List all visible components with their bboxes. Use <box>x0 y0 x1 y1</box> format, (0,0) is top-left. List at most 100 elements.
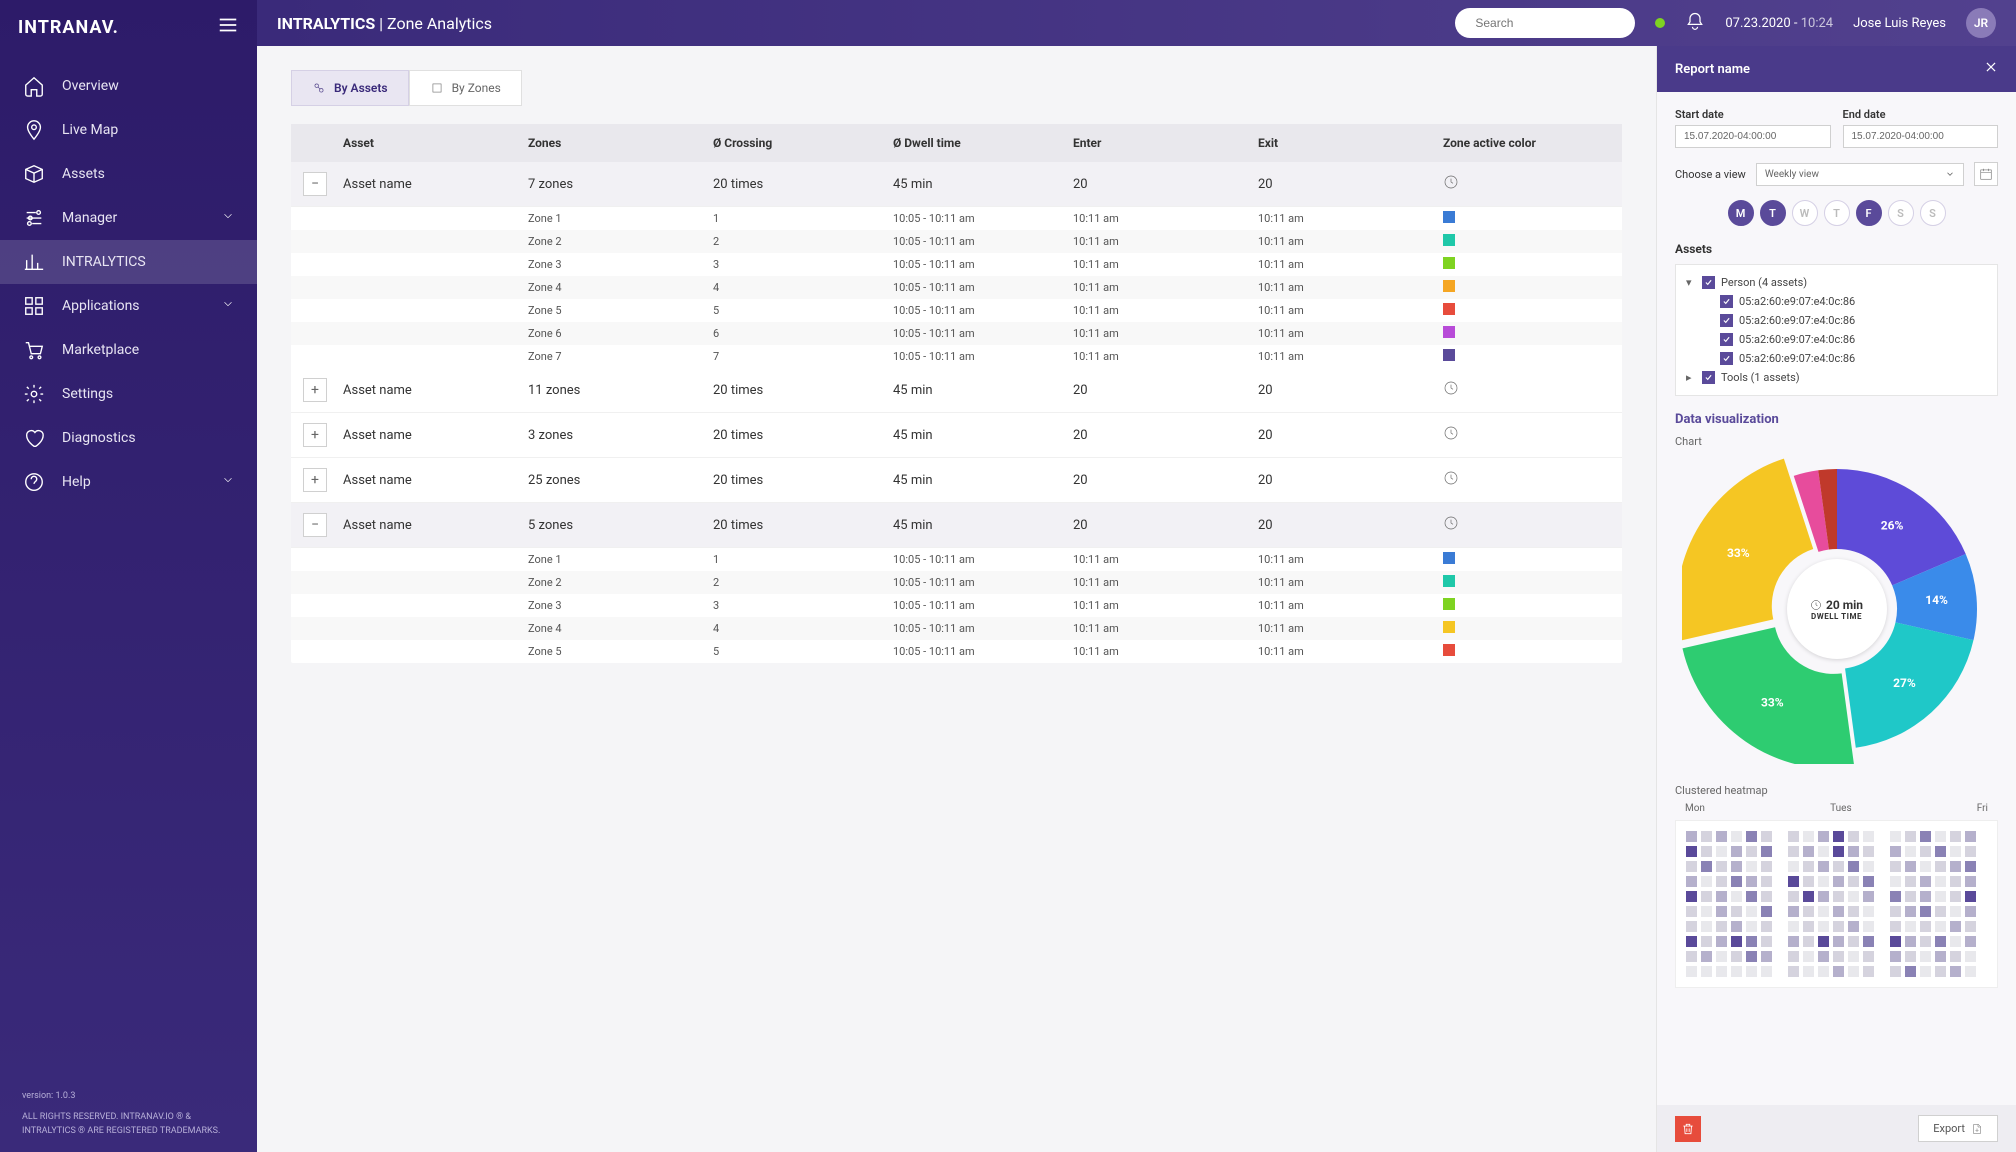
heatmap-cell <box>1686 966 1697 977</box>
clock-icon <box>1443 475 1459 490</box>
export-icon <box>1971 1123 1983 1135</box>
box-icon <box>22 162 46 186</box>
tree-node[interactable]: 05:a2:60:e9:07:e4:0c:86 <box>1686 311 1987 330</box>
heatmap-cell <box>1905 876 1916 887</box>
day-S[interactable]: S <box>1888 200 1914 226</box>
heatmap-cell <box>1935 936 1946 947</box>
heatmap-cell <box>1950 876 1961 887</box>
checkbox[interactable] <box>1702 276 1715 289</box>
checkbox[interactable] <box>1720 314 1733 327</box>
sidebar-item-overview[interactable]: Overview <box>0 64 257 108</box>
sidebar-item-manager[interactable]: Manager <box>0 196 257 240</box>
heatmap-cell <box>1965 861 1976 872</box>
collapse-button[interactable]: − <box>303 513 327 537</box>
heatmap-cell <box>1863 966 1874 977</box>
tree-node[interactable]: ▾Person (4 assets) <box>1686 273 1987 292</box>
table-row[interactable]: −Asset name5 zones20 times45 min2020 <box>291 503 1622 548</box>
sidebar-item-label: Assets <box>62 166 105 182</box>
expand-button[interactable]: + <box>303 468 327 492</box>
heatmap-cell <box>1833 951 1844 962</box>
search-input[interactable] <box>1475 16 1630 30</box>
heatmap-cell <box>1701 921 1712 932</box>
day-T[interactable]: T <box>1760 200 1786 226</box>
heatmap-cell <box>1935 921 1946 932</box>
heatmap-cell <box>1746 906 1757 917</box>
sidebar-item-diagnostics[interactable]: Diagnostics <box>0 416 257 460</box>
sidebar-item-intralytics[interactable]: INTRALYTICS <box>0 240 257 284</box>
checkbox[interactable] <box>1720 295 1733 308</box>
heatmap-cell <box>1848 936 1859 947</box>
start-date-input[interactable] <box>1675 125 1831 148</box>
search-box[interactable] <box>1455 8 1635 38</box>
tab-by-zones[interactable]: By Zones <box>409 70 522 106</box>
sidebar-item-applications[interactable]: Applications <box>0 284 257 328</box>
color-swatch <box>1443 326 1455 338</box>
heatmap-cell <box>1731 831 1742 842</box>
heatmap-cell <box>1761 951 1772 962</box>
sliders-icon <box>22 206 46 230</box>
sidebar-item-assets[interactable]: Assets <box>0 152 257 196</box>
day-F[interactable]: F <box>1856 200 1882 226</box>
heatmap-cell <box>1818 966 1829 977</box>
heatmap-cell <box>1803 921 1814 932</box>
heatmap-cell <box>1965 936 1976 947</box>
sidebar-item-label: Marketplace <box>62 342 139 358</box>
heatmap-cell <box>1950 906 1961 917</box>
heatmap-cell <box>1803 861 1814 872</box>
collapse-button[interactable]: − <box>303 172 327 196</box>
export-button[interactable]: Export <box>1918 1115 1998 1142</box>
tree-node[interactable]: 05:a2:60:e9:07:e4:0c:86 <box>1686 330 1987 349</box>
expand-button[interactable]: + <box>303 378 327 402</box>
viz-section-title: Data visualization <box>1675 412 1998 427</box>
heatmap-cell <box>1920 846 1931 857</box>
end-date-input[interactable] <box>1843 125 1999 148</box>
checkbox[interactable] <box>1720 352 1733 365</box>
clock-icon <box>1443 430 1459 445</box>
heatmap-cell <box>1848 906 1859 917</box>
tree-node[interactable]: ▸Tools (1 assets) <box>1686 368 1987 387</box>
expand-button[interactable]: + <box>303 423 327 447</box>
tab-by-assets[interactable]: By Assets <box>291 70 409 106</box>
heatmap-cell <box>1863 831 1874 842</box>
table-row[interactable]: −Asset name7 zones20 times45 min2020 <box>291 162 1622 207</box>
gear-icon <box>22 382 46 406</box>
heatmap-cell <box>1686 846 1697 857</box>
sidebar-item-live-map[interactable]: Live Map <box>0 108 257 152</box>
clock-icon <box>1810 599 1822 611</box>
chart-segment-label: 26% <box>1880 519 1903 533</box>
heatmap-title: Clustered heatmap <box>1675 784 1998 797</box>
heatmap-cell <box>1803 891 1814 902</box>
checkbox[interactable] <box>1720 333 1733 346</box>
sidebar-item-settings[interactable]: Settings <box>0 372 257 416</box>
delete-button[interactable] <box>1675 1116 1701 1142</box>
heatmap-cell <box>1833 861 1844 872</box>
heatmap-cell <box>1848 861 1859 872</box>
heatmap-cell <box>1905 891 1916 902</box>
view-select[interactable]: Weekly view <box>1756 163 1964 186</box>
sidebar-item-help[interactable]: Help <box>0 460 257 504</box>
table-row[interactable]: +Asset name25 zones20 times45 min2020 <box>291 458 1622 503</box>
close-icon[interactable] <box>1984 60 1998 78</box>
table-row[interactable]: +Asset name3 zones20 times45 min2020 <box>291 413 1622 458</box>
heatmap-cell <box>1761 876 1772 887</box>
heatmap-cell <box>1818 861 1829 872</box>
day-W[interactable]: W <box>1792 200 1818 226</box>
menu-toggle-icon[interactable] <box>217 14 239 40</box>
sidebar-item-marketplace[interactable]: Marketplace <box>0 328 257 372</box>
day-T[interactable]: T <box>1824 200 1850 226</box>
tree-node[interactable]: 05:a2:60:e9:07:e4:0c:86 <box>1686 349 1987 368</box>
username[interactable]: Jose Luis Reyes <box>1853 16 1946 31</box>
heatmap-cell <box>1701 966 1712 977</box>
day-M[interactable]: M <box>1728 200 1754 226</box>
heatmap-cell <box>1833 831 1844 842</box>
heatmap-cell <box>1761 846 1772 857</box>
avatar[interactable]: JR <box>1966 8 1996 38</box>
checkbox[interactable] <box>1702 371 1715 384</box>
heatmap <box>1675 820 1998 988</box>
tree-node[interactable]: 05:a2:60:e9:07:e4:0c:86 <box>1686 292 1987 311</box>
day-S[interactable]: S <box>1920 200 1946 226</box>
calendar-icon[interactable] <box>1974 162 1998 186</box>
heatmap-cell <box>1788 846 1799 857</box>
notifications-icon[interactable] <box>1685 11 1705 35</box>
table-row[interactable]: +Asset name11 zones20 times45 min2020 <box>291 368 1622 413</box>
